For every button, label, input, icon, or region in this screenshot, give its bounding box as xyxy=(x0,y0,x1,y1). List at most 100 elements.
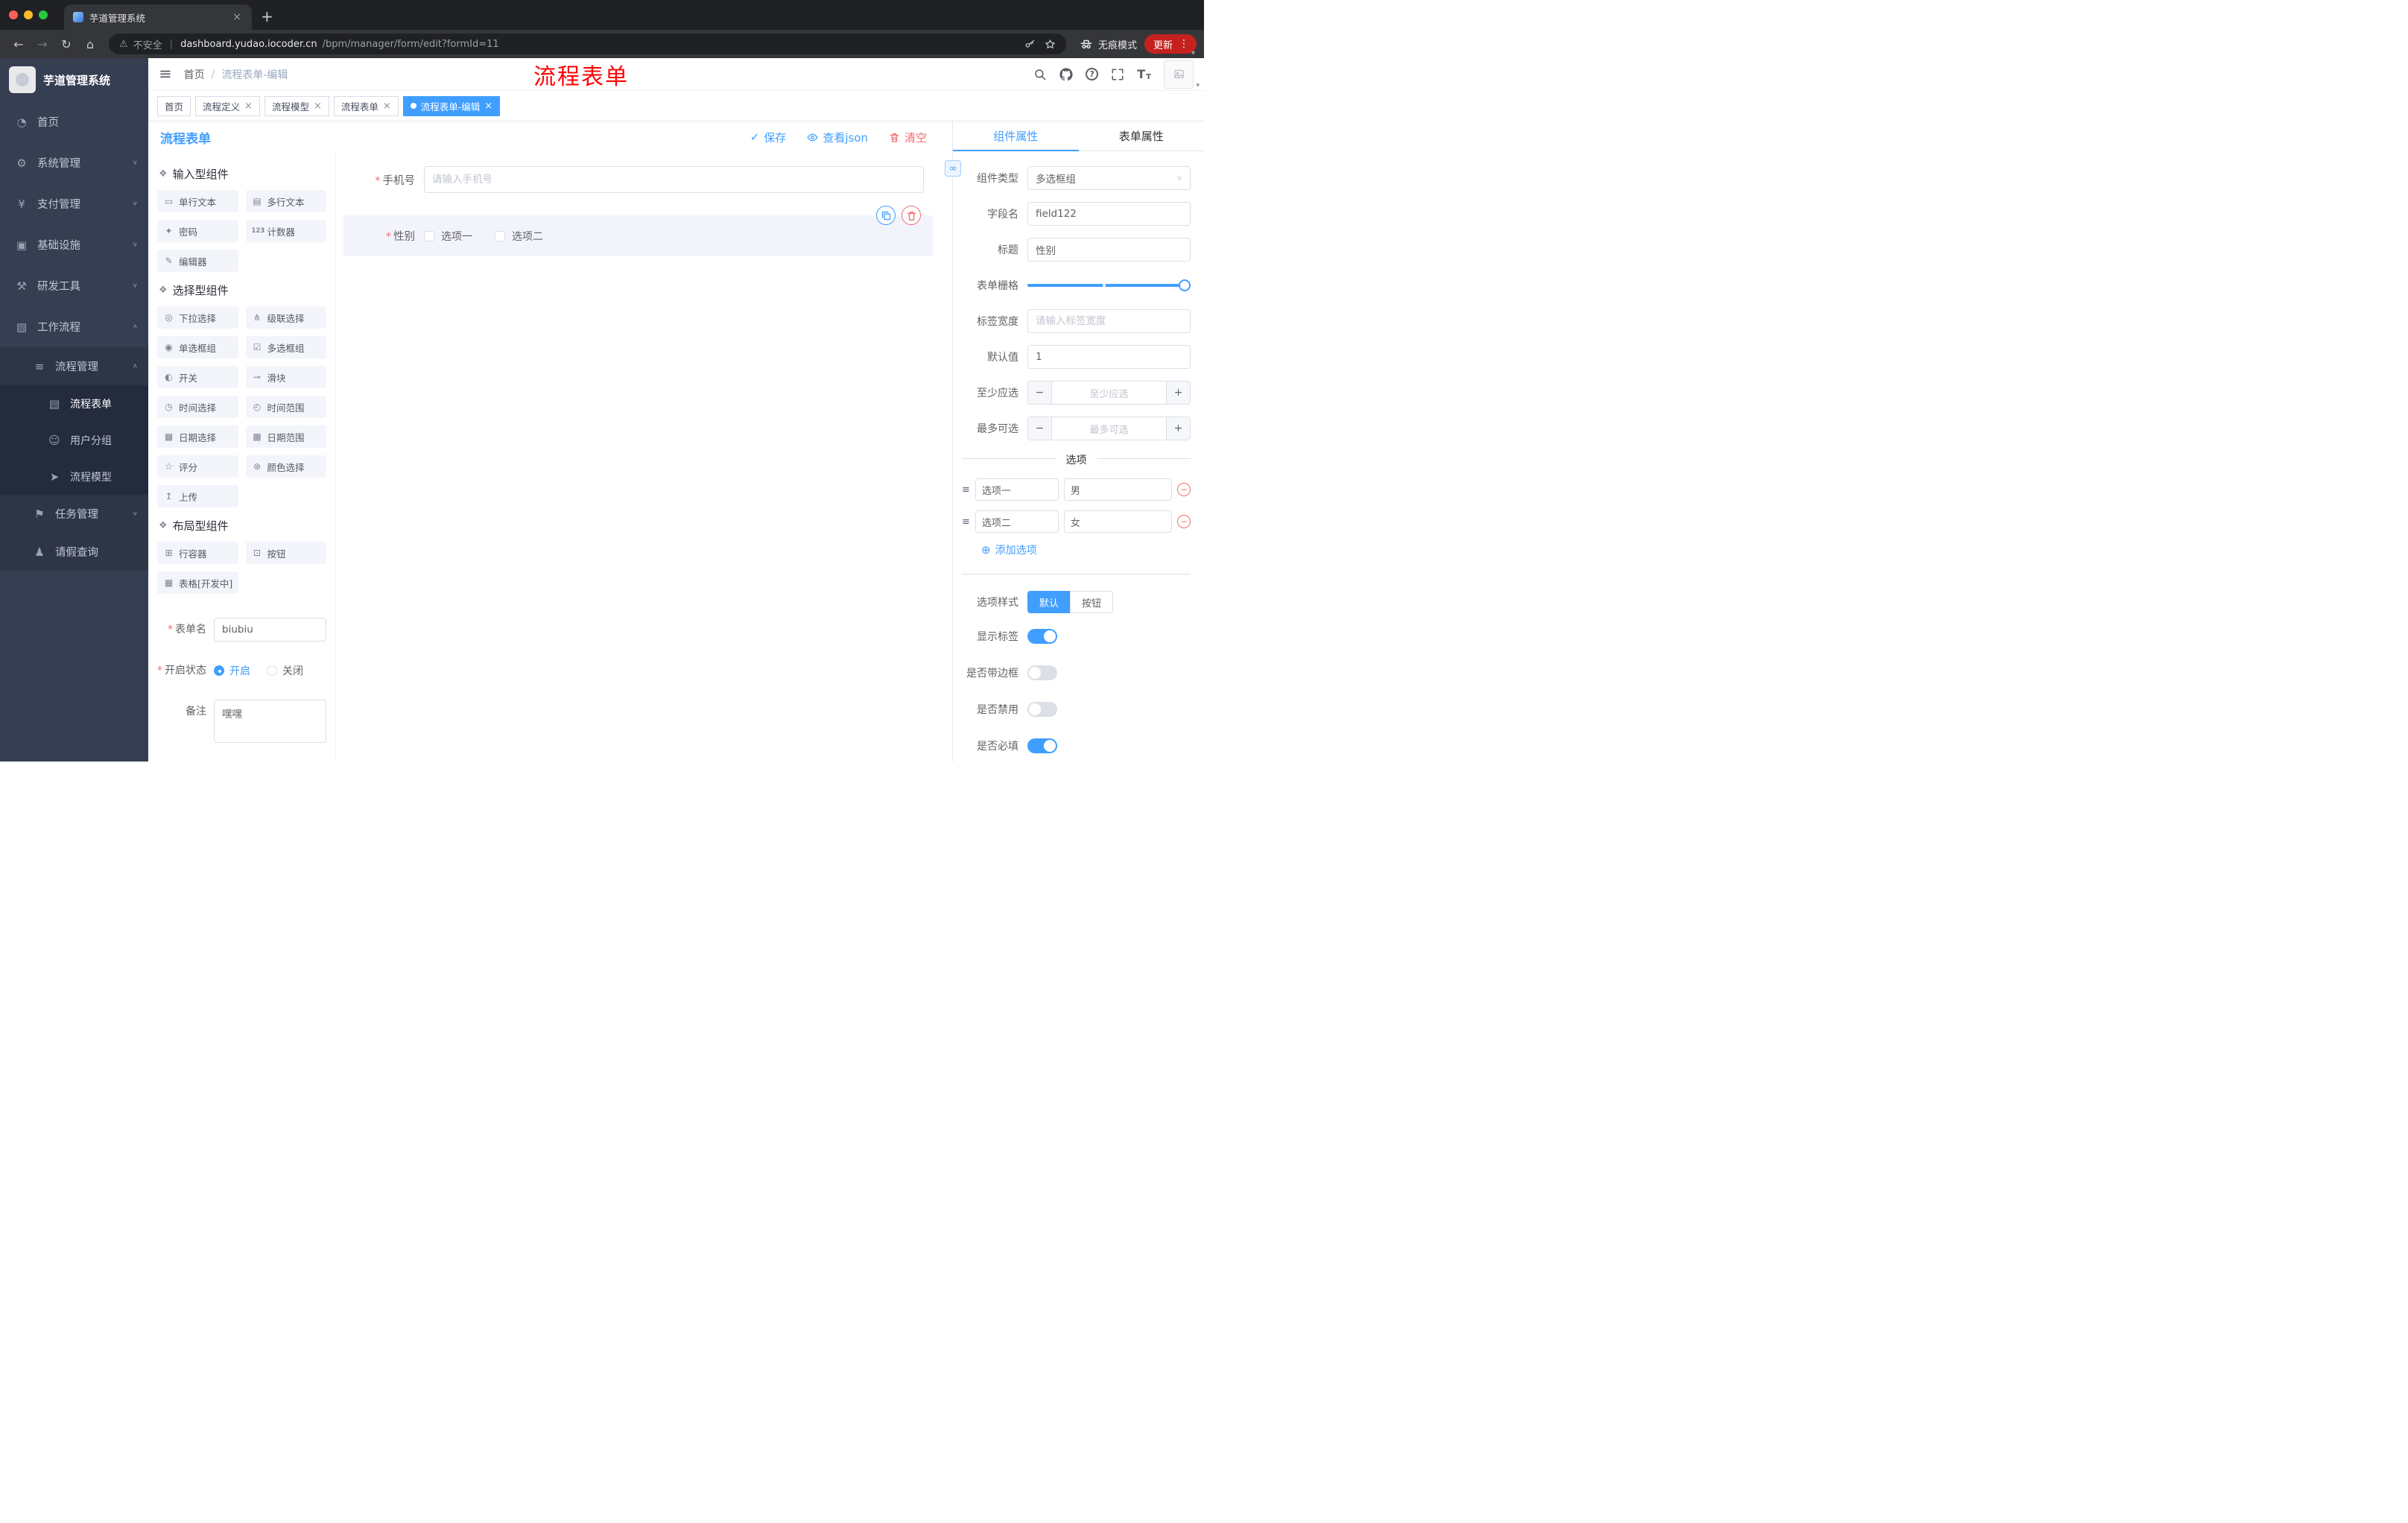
label-width-input[interactable] xyxy=(1027,309,1191,333)
palette-item-row-container[interactable]: ⊞ 行容器 xyxy=(157,542,238,564)
bookmark-star-icon[interactable] xyxy=(1045,39,1056,50)
palette-item-time-range[interactable]: ◴ 时间范围 xyxy=(245,396,326,418)
palette-item-color-picker[interactable]: ⊛ 颜色选择 xyxy=(245,455,326,478)
window-close-button[interactable] xyxy=(9,10,18,19)
tag-process-form-edit[interactable]: 流程表单-编辑 × xyxy=(402,95,501,116)
tab-component-props[interactable]: 组件属性 xyxy=(953,121,1079,151)
add-option-button[interactable]: ⊕ 添加选项 xyxy=(962,542,1191,557)
plus-icon[interactable]: + xyxy=(1166,381,1190,404)
sidebar-item-user-group[interactable]: ☺ 用户分组 xyxy=(0,422,148,458)
palette-item-rate[interactable]: ☆ 评分 xyxy=(157,455,238,478)
sidebar-item-process-mgmt[interactable]: ≡ 流程管理 ∧ xyxy=(0,347,148,385)
palette-item-date-range[interactable]: ▩ 日期范围 xyxy=(245,425,326,448)
option-1-name-input[interactable] xyxy=(975,478,1059,501)
user-avatar[interactable] xyxy=(1164,60,1194,89)
show-label-switch[interactable] xyxy=(1027,629,1057,644)
sidebar-item-task-mgmt[interactable]: ⚑ 任务管理 ∨ xyxy=(0,495,148,533)
border-switch[interactable] xyxy=(1027,665,1057,680)
checkbox-option-1[interactable]: 选项一 xyxy=(424,229,472,244)
remove-option-icon[interactable]: − xyxy=(1177,483,1191,496)
text-size-icon[interactable]: TT xyxy=(1137,67,1151,81)
view-json-button[interactable]: 查看json xyxy=(807,130,868,145)
palette-item-table[interactable]: ▦ 表格[开发中] xyxy=(157,571,238,594)
canvas-field-gender[interactable]: * 性别 选项一 选项二 xyxy=(343,206,933,256)
title-input[interactable] xyxy=(1027,238,1191,262)
style-default-button[interactable]: 默认 xyxy=(1027,591,1071,613)
palette-item-textarea[interactable]: ▤ 多行文本 xyxy=(245,190,326,212)
palette-item-checkbox-group[interactable]: ☑ 多选框组 xyxy=(245,336,326,358)
checkbox-icon[interactable] xyxy=(495,230,505,241)
tab-close-icon[interactable]: × xyxy=(231,11,243,23)
minus-icon[interactable]: − xyxy=(1028,417,1052,440)
sidebar-item-infra[interactable]: ▣ 基础设施 ∨ xyxy=(0,224,148,265)
option-1-value-input[interactable] xyxy=(1063,478,1172,501)
home-icon[interactable]: ⌂ xyxy=(79,33,101,55)
remove-option-icon[interactable]: − xyxy=(1177,515,1191,528)
palette-item-date-picker[interactable]: ▦ 日期选择 xyxy=(157,425,238,448)
plus-icon[interactable]: + xyxy=(1166,417,1190,440)
palette-item-switch[interactable]: ◐ 开关 xyxy=(157,366,238,388)
required-switch[interactable] xyxy=(1027,738,1057,753)
save-button[interactable]: ✓ 保存 xyxy=(750,130,787,145)
form-remark-textarea[interactable]: 嘿嘿 xyxy=(214,700,326,743)
checkbox-option-2[interactable]: 选项二 xyxy=(495,229,543,244)
tag-process-definition[interactable]: 流程定义 × xyxy=(195,95,260,116)
tag-home[interactable]: 首页 xyxy=(157,95,191,116)
tag-process-form[interactable]: 流程表单 × xyxy=(333,95,399,116)
user-caret-icon[interactable]: ▾ xyxy=(1196,82,1200,89)
delete-field-button[interactable] xyxy=(902,206,921,225)
phone-input[interactable] xyxy=(424,166,924,193)
sidebar-logo[interactable]: 芋道管理系统 xyxy=(0,58,148,101)
back-icon[interactable]: ← xyxy=(7,33,30,55)
window-minimize-button[interactable] xyxy=(24,10,33,19)
breadcrumb-home[interactable]: 首页 xyxy=(184,67,205,82)
grid-slider[interactable] xyxy=(1027,279,1191,291)
field-name-input[interactable] xyxy=(1027,202,1191,226)
form-name-input[interactable] xyxy=(214,618,326,642)
close-icon[interactable]: × xyxy=(314,101,322,111)
search-icon[interactable] xyxy=(1033,68,1047,81)
drag-handle-icon[interactable]: ≡ xyxy=(962,516,970,528)
palette-item-editor[interactable]: ✎ 编辑器 xyxy=(157,250,238,272)
component-type-select[interactable]: 多选框组 ∨ xyxy=(1027,166,1191,190)
minus-icon[interactable]: − xyxy=(1028,381,1052,404)
palette-item-select[interactable]: ◎ 下拉选择 xyxy=(157,306,238,329)
palette-item-counter[interactable]: 123 计数器 xyxy=(245,220,326,242)
close-icon[interactable]: × xyxy=(383,101,391,111)
tab-form-props[interactable]: 表单属性 xyxy=(1079,121,1205,151)
close-icon[interactable]: × xyxy=(244,101,253,111)
address-bar[interactable]: ⚠ 不安全 | dashboard.yudao.iocoder.cn /bpm/… xyxy=(109,34,1066,54)
sidebar-item-home[interactable]: ◔ 首页 xyxy=(0,101,148,142)
disabled-switch[interactable] xyxy=(1027,702,1057,717)
hamburger-icon[interactable]: ≡ xyxy=(159,66,172,82)
link-icon[interactable]: ∞ xyxy=(945,160,961,177)
sidebar-item-leave-query[interactable]: ♟ 请假查询 xyxy=(0,533,148,571)
clear-button[interactable]: 清空 xyxy=(889,130,927,145)
max-select-value[interactable]: 最多可选 xyxy=(1052,417,1166,440)
forward-icon[interactable]: → xyxy=(31,33,54,55)
palette-item-button[interactable]: ⊡ 按钮 xyxy=(245,542,326,564)
sidebar-item-workflow[interactable]: ▧ 工作流程 ∧ xyxy=(0,306,148,347)
help-icon[interactable]: ? xyxy=(1086,68,1099,80)
min-select-value[interactable]: 至少应选 xyxy=(1052,381,1166,404)
palette-item-upload[interactable]: ↥ 上传 xyxy=(157,485,238,507)
palette-item-time-picker[interactable]: ◷ 时间选择 xyxy=(157,396,238,418)
browser-tab[interactable]: 芋道管理系统 × xyxy=(64,4,252,30)
window-zoom-button[interactable] xyxy=(39,10,48,19)
copy-field-button[interactable] xyxy=(876,206,896,225)
palette-item-cascader[interactable]: ⋔ 级联选择 xyxy=(245,306,326,329)
slider-handle[interactable] xyxy=(1179,279,1191,291)
drag-handle-icon[interactable]: ≡ xyxy=(962,484,970,495)
palette-item-slider[interactable]: ⊸ 滑块 xyxy=(245,366,326,388)
sidebar-item-process-model[interactable]: ➤ 流程模型 xyxy=(0,458,148,495)
checkbox-icon[interactable] xyxy=(424,230,434,241)
palette-item-radio-group[interactable]: ◉ 单选框组 xyxy=(157,336,238,358)
palette-item-single-text[interactable]: ▭ 单行文本 xyxy=(157,190,238,212)
reload-icon[interactable]: ↻ xyxy=(55,33,77,55)
sidebar-item-payment[interactable]: ¥ 支付管理 ∨ xyxy=(0,183,148,224)
option-2-value-input[interactable] xyxy=(1063,510,1172,533)
fullscreen-icon[interactable] xyxy=(1111,68,1124,81)
sidebar-item-devtools[interactable]: ⚒ 研发工具 ∨ xyxy=(0,265,148,306)
palette-item-password[interactable]: ✦ 密码 xyxy=(157,220,238,242)
password-key-icon[interactable] xyxy=(1024,39,1036,50)
